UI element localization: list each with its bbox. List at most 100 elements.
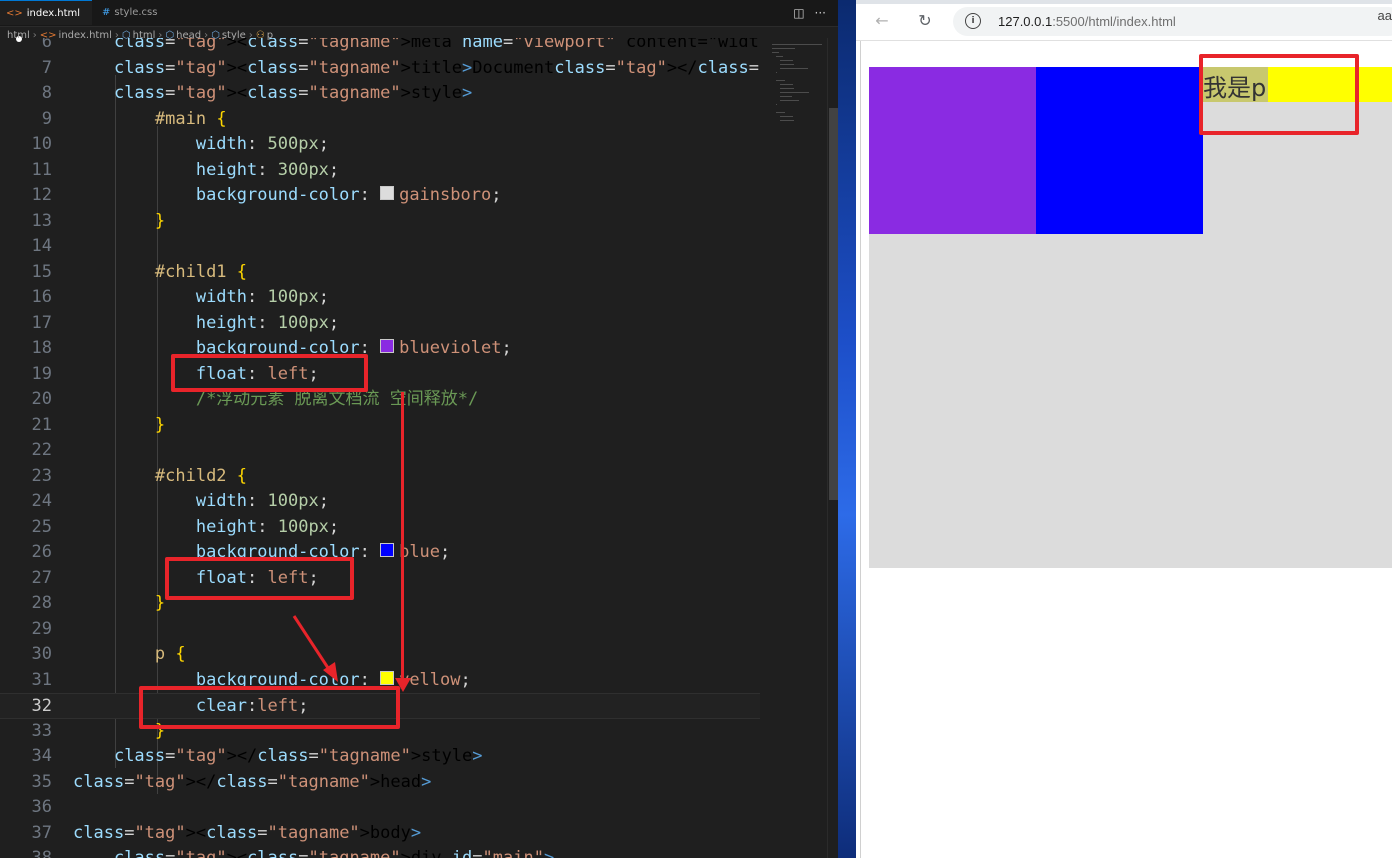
code-line[interactable]: 15 #child1 {	[0, 260, 760, 286]
code-line[interactable]: 24 width: 100px;	[0, 489, 760, 515]
minimap-line	[776, 112, 785, 113]
line-number: 35	[31, 771, 52, 792]
line-source: p {	[154, 644, 186, 664]
code-line[interactable]: 37 class="tag"><class="tagname">body>	[0, 821, 760, 847]
line-number: 12	[31, 185, 52, 205]
address-bar[interactable]: i 127.0.0.1:5500/html/index.html	[953, 7, 1392, 36]
tab-style-css[interactable]: # style.css	[92, 0, 182, 26]
code-line[interactable]: 10 width: 500px;	[0, 132, 760, 158]
line-source: #child1 {	[154, 261, 248, 282]
reload-icon[interactable]: ↻	[914, 10, 936, 32]
line-source: width: 500px;	[195, 134, 329, 154]
code-line[interactable]: 20 /*浮动元素 脱离文档流 空间释放*/	[0, 387, 760, 413]
minimap-line	[780, 116, 793, 117]
code-line[interactable]: 28 }	[0, 591, 760, 617]
color-swatch[interactable]	[380, 543, 395, 557]
code-line[interactable]: 29	[0, 617, 760, 643]
color-swatch[interactable]	[380, 339, 395, 353]
line-source: #main {	[154, 108, 227, 129]
line-number: 22	[31, 440, 52, 460]
color-swatch[interactable]	[380, 670, 395, 685]
code-line[interactable]: 13 }	[0, 209, 760, 235]
line-number: 10	[31, 134, 52, 154]
code-line[interactable]: 30 p {	[0, 642, 760, 668]
code-line[interactable]: 14	[0, 234, 760, 260]
line-source: height: 300px;	[195, 159, 340, 180]
minimap-line	[780, 88, 794, 89]
url-path: :5500/html/index.html	[1052, 14, 1176, 29]
line-number: 11	[31, 159, 52, 180]
minimap-line	[780, 92, 809, 93]
css-file-icon: #	[102, 7, 111, 18]
line-number: 37	[31, 822, 52, 843]
line-source: }	[154, 414, 166, 435]
line-number: 15	[31, 261, 52, 282]
code-line[interactable]: 16 width: 100px;	[0, 285, 760, 311]
code-editor: <> index.html # style.css ◫ ··· html › <> inde…	[0, 0, 838, 858]
line-number: 13	[31, 210, 52, 231]
line-number: 17	[31, 312, 52, 333]
site-info-icon[interactable]: i	[965, 13, 981, 29]
code-line[interactable]: 22	[0, 438, 760, 464]
line-source: class="tag"><class="tagname">div id="mai…	[113, 848, 555, 858]
tab-index-html[interactable]: <> index.html	[0, 0, 92, 42]
minimap-line	[780, 60, 793, 61]
code-line[interactable]: 17 height: 100px;	[0, 311, 760, 337]
line-source: width: 100px;	[195, 491, 329, 511]
color-swatch[interactable]	[380, 186, 395, 200]
code-line[interactable]: 27 float: left;	[0, 566, 760, 592]
code-area[interactable]: 6 class="tag"><class="tagname">meta name…	[0, 38, 760, 858]
annotation-box-float-child2	[165, 557, 354, 600]
code-line[interactable]: 8 class="tag"><class="tagname">style>	[0, 81, 760, 107]
line-source: class="tag"></class="tagname">head>	[73, 771, 432, 792]
code-line[interactable]: 11 height: 300px;	[0, 158, 760, 184]
url-text[interactable]: 127.0.0.1:5500/html/index.html	[998, 7, 1176, 36]
editor-scrollbar[interactable]	[827, 38, 838, 858]
code-line[interactable]: 38 class="tag"><class="tagname">div id="…	[0, 846, 760, 858]
line-number: 25	[31, 516, 52, 537]
code-line[interactable]: 21 }	[0, 413, 760, 439]
code-line[interactable]: 25 height: 100px;	[0, 515, 760, 541]
split-editor-icon[interactable]: ◫	[793, 6, 804, 20]
line-number: 24	[31, 491, 52, 511]
more-actions-icon[interactable]: ···	[815, 6, 826, 20]
line-number: 18	[31, 338, 52, 358]
line-number: 33	[31, 720, 52, 741]
editor-tab-bar: <> index.html # style.css ◫ ···	[0, 0, 838, 42]
code-line[interactable]: 26 background-color: blue;	[0, 540, 760, 566]
line-number: 29	[31, 618, 52, 639]
code-line[interactable]: 9 #main {	[0, 107, 760, 133]
code-line[interactable]: 36	[0, 795, 760, 821]
line-number: 30	[31, 644, 52, 664]
line-number: 38	[31, 848, 52, 858]
code-line[interactable]: 7 class="tag"><class="tagname">title>Doc…	[0, 56, 760, 82]
line-number: 14	[31, 236, 52, 256]
code-line[interactable]: 18 background-color: blueviolet;	[0, 336, 760, 362]
tab-label: index.html	[26, 8, 81, 19]
annotation-box-clear	[139, 686, 400, 729]
annotation-arrow-head	[395, 678, 411, 692]
line-number: 28	[31, 593, 52, 613]
line-number: 34	[31, 746, 52, 766]
code-line[interactable]: 12 background-color: gainsboro;	[0, 183, 760, 209]
profile-text[interactable]: aa	[1378, 8, 1392, 23]
back-arrow-icon[interactable]: ←	[871, 10, 893, 32]
code-line[interactable]: 35 class="tag"></class="tagname">head>	[0, 770, 760, 796]
code-line[interactable]: 19 float: left;	[0, 362, 760, 388]
line-number: 26	[31, 542, 52, 562]
line-source: height: 100px;	[195, 516, 340, 537]
code-line[interactable]: 23 #child2 {	[0, 464, 760, 490]
main-div: 我是p	[869, 67, 1392, 568]
minimap-line	[772, 44, 822, 45]
line-source: class="tag"><class="tagname">body>	[73, 822, 422, 843]
line-source: class="tag"><class="tagname">title>Docum…	[113, 57, 760, 78]
line-source: class="tag"><class="tagname">meta name="…	[113, 38, 760, 52]
scrollbar-thumb[interactable]	[829, 108, 838, 500]
minimap[interactable]	[760, 38, 826, 858]
code-line[interactable]: 6 class="tag"><class="tagname">meta name…	[0, 38, 760, 56]
browser-tab-strip	[856, 0, 1392, 4]
code-line[interactable]: 34 class="tag"></class="tagname">style>	[0, 744, 760, 770]
line-source: class="tag"></class="tagname">style>	[113, 746, 483, 766]
annotation-arrow-vertical	[401, 392, 404, 682]
line-number: 16	[31, 287, 52, 307]
